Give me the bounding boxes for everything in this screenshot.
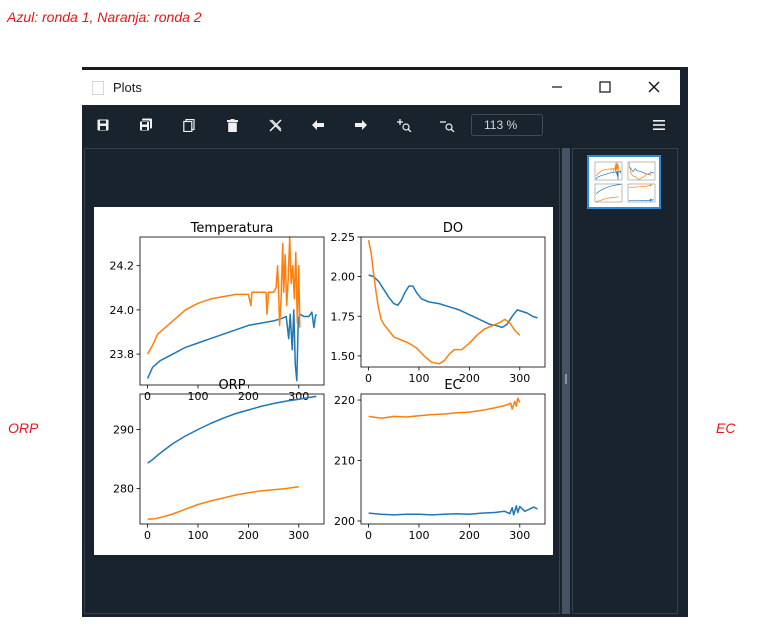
arrow-right-icon: [355, 120, 367, 130]
arrow-left-icon: [312, 120, 324, 130]
x-tick-label: 200: [459, 529, 480, 542]
maximize-icon: [599, 81, 611, 93]
x-tick-label: 0: [144, 390, 151, 403]
x-tick-label: 200: [238, 529, 259, 542]
thumbnail-svg: [594, 161, 656, 203]
subplot-do: 0 100 200 300 1.50 1.75 2.00 2.25 DO: [331, 221, 546, 385]
annotation-legend-note: Azul: ronda 1, Naranja: ronda 2: [7, 9, 202, 25]
series-line-2: [367, 240, 521, 365]
zoom-in-button[interactable]: [393, 114, 415, 136]
remove-all-button[interactable]: [264, 114, 286, 136]
thumbnail-series-line: [596, 196, 619, 202]
x-tick-label: 300: [288, 529, 309, 542]
pane-splitter[interactable]: [562, 148, 570, 614]
zoom-out-icon: [440, 121, 455, 132]
y-tick-label: 210: [334, 455, 355, 468]
series-line-1: [368, 274, 538, 329]
close-icon: [648, 81, 660, 93]
thumbnail-axes-frame: [627, 161, 656, 181]
x-tick-label: 0: [365, 529, 372, 542]
zoom-in-icon: [397, 119, 412, 132]
hamburger-menu-icon: [653, 120, 665, 130]
plots-toolbar: 113 %: [82, 105, 680, 145]
subplot-title: Temperatura: [190, 221, 274, 236]
series-line-2: [147, 486, 299, 521]
app-icon: [92, 81, 104, 95]
zoom-level-field[interactable]: 113 %: [471, 114, 543, 136]
x-tick-label: 0: [144, 529, 151, 542]
figure: 0 100 200 300 23.8 24.0 24.2 Temperatura 0 100 200…: [94, 207, 553, 555]
trash-icon: [226, 118, 238, 132]
series-line-2: [146, 236, 301, 355]
save-all-icon: [139, 118, 152, 132]
y-tick-label: 200: [334, 515, 355, 528]
options-menu-button[interactable]: [648, 114, 670, 136]
figure-svg: 0 100 200 300 23.8 24.0 24.2 Temperatura 0 100 200…: [110, 221, 546, 542]
thumbnail-series-line: [629, 166, 654, 175]
minimize-icon: [552, 86, 562, 88]
subplot-title: DO: [443, 221, 463, 236]
annotation-ec: EC: [716, 420, 736, 436]
x-tick-label: 100: [408, 372, 429, 385]
x-tick-label: 100: [187, 390, 208, 403]
y-tick-label: 23.8: [110, 348, 135, 361]
thumbnail-series-line: [629, 198, 655, 203]
y-tick-label: 2.00: [331, 271, 356, 284]
thumbnail-subplot: [627, 183, 656, 203]
save-button[interactable]: [92, 114, 114, 136]
subplot-title: ORP: [218, 378, 245, 393]
remove-plot-button[interactable]: [221, 114, 243, 136]
x-tick-label: 0: [365, 372, 372, 385]
thumbnail-subplot: [627, 161, 656, 181]
window-title: Plots: [113, 80, 142, 95]
series-line-1: [368, 505, 538, 516]
x-tick-label: 200: [459, 372, 480, 385]
axes-frame: [360, 236, 546, 368]
close-button[interactable]: [639, 76, 669, 100]
y-tick-label: 1.50: [331, 350, 356, 363]
y-tick-label: 2.25: [331, 231, 356, 244]
thumbnail-series-line: [629, 183, 652, 188]
x-tick-label: 100: [187, 529, 208, 542]
previous-plot-button[interactable]: [307, 114, 329, 136]
copy-button[interactable]: [178, 114, 200, 136]
plot-thumbnail[interactable]: [587, 155, 661, 209]
thumbnail-series-line: [595, 183, 621, 194]
save-all-button[interactable]: [135, 114, 157, 136]
series-line-1: [147, 395, 317, 464]
x-tick-label: 300: [509, 372, 530, 385]
y-tick-label: 290: [113, 423, 134, 436]
minimize-button[interactable]: [542, 76, 572, 100]
thumbnails-pane: [572, 148, 678, 614]
y-tick-label: 280: [113, 483, 134, 496]
subplot-ec: 0 100 200 300 200 210 220 EC: [334, 378, 546, 542]
copy-icon: [183, 118, 195, 132]
y-tick-label: 1.75: [331, 310, 356, 323]
plot-canvas-pane[interactable]: 0 100 200 300 23.8 24.0 24.2 Temperatura 0 100 200…: [84, 148, 560, 614]
splitter-grip: [565, 374, 567, 384]
y-tick-label: 24.2: [110, 260, 135, 273]
zoom-out-button[interactable]: [436, 114, 458, 136]
axes-frame: [139, 393, 325, 525]
save-icon: [97, 119, 109, 131]
x-tick-label: 300: [509, 529, 530, 542]
subplot-title: EC: [444, 378, 461, 393]
thumbnail-subplot: [594, 183, 623, 203]
window-titlebar[interactable]: Plots: [82, 67, 680, 105]
x-tick-label: 100: [408, 529, 429, 542]
series-line-2: [368, 397, 521, 419]
next-plot-button[interactable]: [350, 114, 372, 136]
close-all-icon: [268, 118, 282, 132]
subplot-temperatura: 0 100 200 30023.824.024.2Temperatura: [110, 221, 325, 403]
maximize-button[interactable]: [590, 76, 620, 100]
plots-window: Plots 113 % 0 100 200 300 23.8 24.0 24.2…: [82, 67, 688, 617]
y-tick-label: 24.0: [110, 304, 135, 317]
thumbnail-subplot: [594, 161, 623, 181]
annotation-orp: ORP: [8, 420, 39, 436]
y-tick-label: 220: [334, 394, 355, 407]
